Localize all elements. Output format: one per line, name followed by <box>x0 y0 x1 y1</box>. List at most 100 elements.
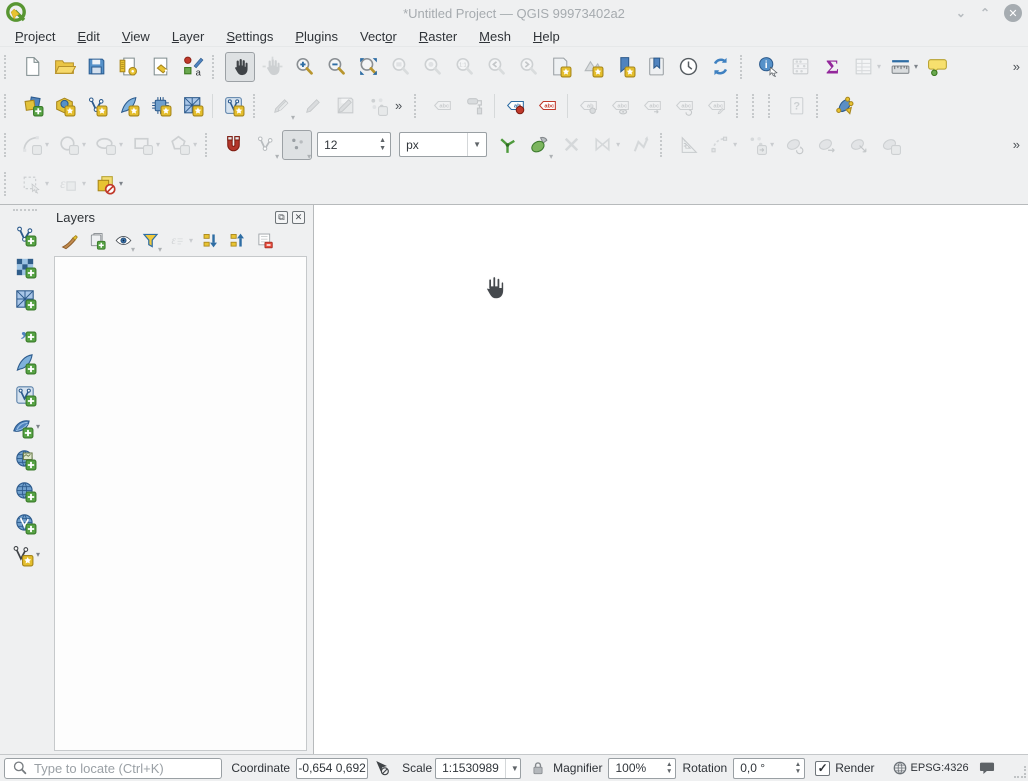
add-delimited-text-layer[interactable]: , <box>10 316 40 346</box>
row3-overflow[interactable]: » <box>1011 137 1028 152</box>
toolbar-grip[interactable] <box>13 209 37 216</box>
toolbar-grip[interactable] <box>740 55 747 79</box>
new-3d-map-view[interactable] <box>577 52 607 82</box>
toolbar-grip[interactable] <box>660 133 667 157</box>
menu-project[interactable]: Project <box>4 28 66 45</box>
new-geopackage-layer[interactable] <box>49 91 79 121</box>
add-virtual-layer[interactable] <box>10 380 40 410</box>
combo-dropdown-icon[interactable]: ▼ <box>467 133 486 156</box>
topological-editing[interactable] <box>492 130 522 160</box>
layer-labeling[interactable]: ab <box>500 91 530 121</box>
menu-edit[interactable]: Edit <box>66 28 110 45</box>
menu-layer[interactable]: Layer <box>161 28 216 45</box>
toolbar-grip[interactable] <box>212 55 219 79</box>
new-shapefile-layer[interactable] <box>81 91 111 121</box>
menu-raster[interactable]: Raster <box>408 28 468 45</box>
menu-plugins[interactable]: Plugins <box>284 28 349 45</box>
toolbar-grip[interactable] <box>414 94 421 118</box>
add-vector-layer[interactable] <box>10 220 40 250</box>
lock-scale-icon[interactable] <box>529 759 547 777</box>
snapping-tolerance[interactable]: 12▲▼ <box>317 132 391 157</box>
panel-float-icon[interactable]: ⧉ <box>275 211 288 224</box>
zoom-out[interactable] <box>321 52 351 82</box>
layers-tree[interactable] <box>54 256 307 751</box>
filter-legend[interactable]: ▾ <box>138 229 163 253</box>
show-bookmarks[interactable] <box>641 52 671 82</box>
remove-layer-group[interactable] <box>252 229 277 253</box>
menu-vector[interactable]: Vector <box>349 28 408 45</box>
new-map-view[interactable] <box>545 52 575 82</box>
toolbar-grip[interactable] <box>253 94 260 118</box>
zoom-full[interactable] <box>353 52 383 82</box>
locator-input[interactable]: Type to locate (Ctrl+K) <box>4 758 222 779</box>
map-canvas[interactable] <box>313 205 1028 754</box>
snapping-mode[interactable]: ▾ <box>282 130 312 160</box>
rotation-spinbox[interactable]: 0,0 ° ▲▼ <box>733 758 805 779</box>
identify-features[interactable]: i <box>753 52 783 82</box>
menu-view[interactable]: View <box>111 28 161 45</box>
zoom-in[interactable] <box>289 52 319 82</box>
open-layer-styling-panel[interactable] <box>57 229 82 253</box>
refresh-map[interactable] <box>705 52 735 82</box>
layer-diagram[interactable]: abc <box>532 91 562 121</box>
toolbar-grip[interactable] <box>205 133 212 157</box>
add-wcs-layer[interactable] <box>10 476 40 506</box>
expand-all[interactable] <box>198 229 223 253</box>
menu-help[interactable]: Help <box>522 28 571 45</box>
data-source-manager[interactable] <box>17 91 47 121</box>
save-project[interactable] <box>81 52 111 82</box>
new-scratch-layer[interactable]: ▾ <box>7 540 43 570</box>
scale-dropdown-icon[interactable]: ▼ <box>505 759 524 778</box>
map-tips[interactable] <box>923 52 953 82</box>
new-spatialite-layer[interactable] <box>113 91 143 121</box>
row1-overflow[interactable]: » <box>1011 59 1028 74</box>
measure-line[interactable]: ▾ <box>886 52 921 82</box>
resize-grip[interactable] <box>1014 766 1026 778</box>
temporal-controller[interactable] <box>673 52 703 82</box>
toolbar-grip[interactable] <box>4 172 11 196</box>
add-group[interactable] <box>84 229 109 253</box>
avoid-overlap[interactable]: ▾ <box>524 130 554 160</box>
minimize-icon[interactable]: ⌄ <box>956 7 966 19</box>
show-layout-manager[interactable] <box>145 52 175 82</box>
spin-arrows[interactable]: ▲▼ <box>379 137 390 152</box>
snapping-unit[interactable]: px▼ <box>399 132 487 157</box>
toolbar-grip[interactable] <box>4 133 11 157</box>
pan-map[interactable] <box>225 52 255 82</box>
panel-close-icon[interactable]: ✕ <box>292 211 305 224</box>
new-virtual-layer[interactable] <box>145 91 175 121</box>
style-manager[interactable]: a <box>177 52 207 82</box>
new-project[interactable] <box>17 52 47 82</box>
add-mesh-layer[interactable] <box>10 284 40 314</box>
new-temporary-scratch-layer[interactable] <box>218 91 248 121</box>
toolbar-grip[interactable] <box>4 94 11 118</box>
messages-icon[interactable] <box>978 759 996 777</box>
new-print-layout[interactable] <box>113 52 143 82</box>
add-oracle-layer[interactable]: ▾ <box>7 412 43 442</box>
new-spatial-bookmark[interactable] <box>609 52 639 82</box>
menu-settings[interactable]: Settings <box>215 28 284 45</box>
crs-label[interactable]: EPSG:4326 <box>911 762 969 774</box>
scale-combo[interactable]: 1:1530989 ▼ <box>435 758 521 779</box>
toolbar-grip[interactable] <box>752 94 759 118</box>
toolbar-grip[interactable] <box>768 94 775 118</box>
toggle-extents-icon[interactable] <box>373 759 391 777</box>
open-project[interactable] <box>49 52 79 82</box>
close-icon[interactable]: ✕ <box>1004 4 1022 22</box>
enable-snapping[interactable] <box>218 130 248 160</box>
toolbar-grip[interactable] <box>4 55 11 79</box>
render-checkbox[interactable]: ✓ <box>815 761 830 776</box>
rotation-spin-arrows[interactable]: ▲▼ <box>795 761 804 776</box>
magnifier-spin-arrows[interactable]: ▲▼ <box>666 761 675 776</box>
collapse-all[interactable] <box>225 229 250 253</box>
digitizing-overflow[interactable]: » <box>393 98 410 113</box>
toolbar-grip[interactable] <box>816 94 823 118</box>
add-wfs-layer[interactable] <box>10 508 40 538</box>
add-raster-layer[interactable] <box>10 252 40 282</box>
manage-map-themes[interactable]: ▾ <box>111 229 136 253</box>
add-spatialite-layer[interactable] <box>10 348 40 378</box>
statistical-summary[interactable]: Σ <box>817 52 847 82</box>
vertex-tool-all-layers[interactable] <box>829 91 859 121</box>
maximize-icon[interactable]: ⌃ <box>980 7 990 19</box>
new-mesh-layer[interactable] <box>177 91 207 121</box>
